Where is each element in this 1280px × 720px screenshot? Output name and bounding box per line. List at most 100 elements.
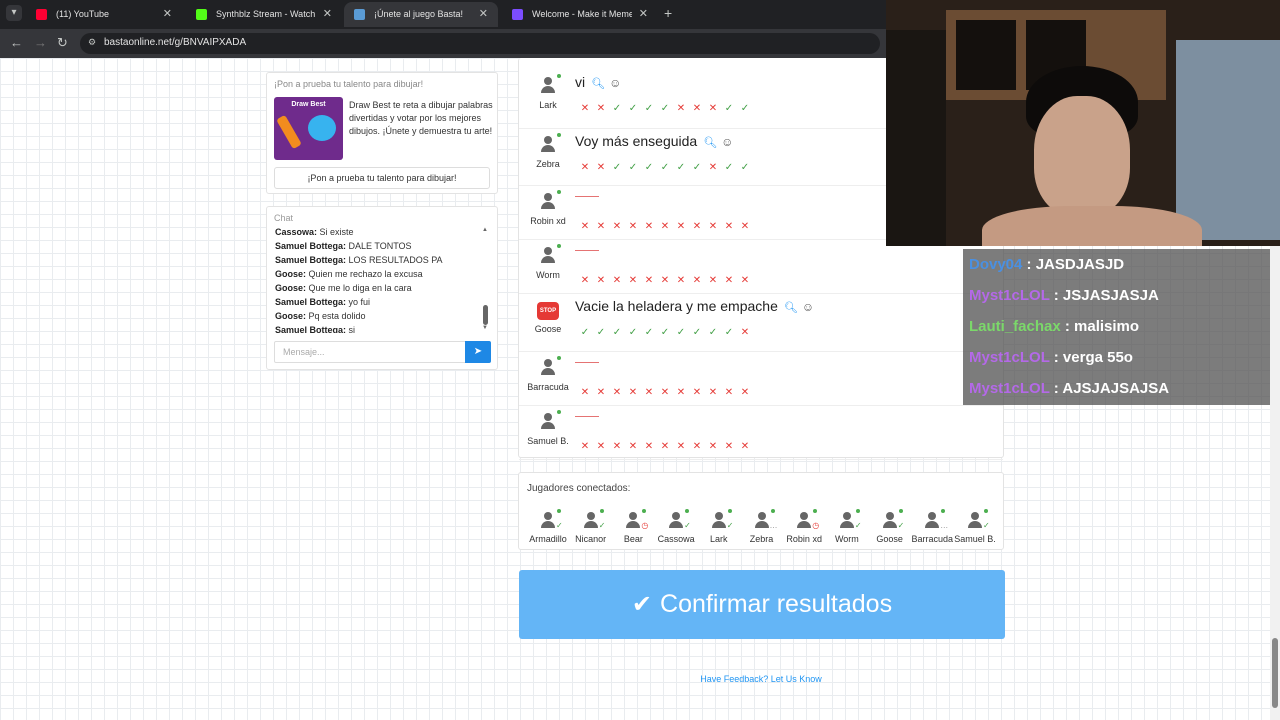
- chat-scrollbar[interactable]: ▲ ▼: [482, 227, 489, 331]
- search-icon[interactable]: 🔍︎: [591, 78, 605, 90]
- cross-icon[interactable]: ✕: [705, 275, 721, 286]
- tab-close-icon[interactable]: ✕: [639, 2, 648, 27]
- cross-icon[interactable]: ✕: [641, 441, 657, 452]
- scrollbar-thumb[interactable]: [483, 305, 488, 325]
- cross-icon[interactable]: ✕: [625, 441, 641, 452]
- cross-icon[interactable]: ✕: [705, 387, 721, 398]
- cross-icon[interactable]: ✕: [721, 275, 737, 286]
- cross-icon[interactable]: ✕: [673, 275, 689, 286]
- cross-icon[interactable]: ✕: [689, 221, 705, 232]
- cross-icon[interactable]: ✕: [609, 387, 625, 398]
- check-icon[interactable]: ✓: [641, 327, 657, 338]
- cross-icon[interactable]: ✕: [641, 275, 657, 286]
- cross-icon[interactable]: ✕: [705, 221, 721, 232]
- browser-tab[interactable]: Synthblz Stream - Watch Live o ✕: [186, 2, 342, 27]
- draw-best-logo[interactable]: Draw Best: [274, 97, 343, 160]
- check-icon[interactable]: ✓: [577, 327, 593, 338]
- check-icon[interactable]: ✓: [657, 327, 673, 338]
- check-icon[interactable]: ✓: [625, 162, 641, 173]
- chat-input[interactable]: Mensaje...: [274, 341, 466, 363]
- address-bar[interactable]: ⚙ bastaonline.net/g/BNVAIPXADA: [80, 33, 880, 54]
- cross-icon[interactable]: ✕: [609, 275, 625, 286]
- cross-icon[interactable]: ✕: [577, 441, 593, 452]
- cross-icon[interactable]: ✕: [593, 441, 609, 452]
- check-icon[interactable]: ✓: [657, 162, 673, 173]
- cross-icon[interactable]: ✕: [625, 221, 641, 232]
- check-icon[interactable]: ✓: [593, 327, 609, 338]
- cross-icon[interactable]: ✕: [721, 441, 737, 452]
- cross-icon[interactable]: ✕: [673, 221, 689, 232]
- scroll-down-icon[interactable]: ▼: [482, 325, 488, 331]
- cross-icon[interactable]: ✕: [673, 103, 689, 114]
- cross-icon[interactable]: ✕: [689, 441, 705, 452]
- check-icon[interactable]: ✓: [673, 162, 689, 173]
- cross-icon[interactable]: ✕: [737, 327, 753, 338]
- check-icon[interactable]: ✓: [673, 327, 689, 338]
- cross-icon[interactable]: ✕: [593, 275, 609, 286]
- page-scrollbar-thumb[interactable]: [1272, 638, 1278, 708]
- tab-close-icon[interactable]: ✕: [163, 2, 172, 27]
- cross-icon[interactable]: ✕: [657, 387, 673, 398]
- check-icon[interactable]: ✓: [609, 162, 625, 173]
- cross-icon[interactable]: ✕: [577, 221, 593, 232]
- site-info-icon[interactable]: ⚙: [88, 37, 98, 48]
- check-icon[interactable]: ✓: [721, 162, 737, 173]
- browser-tab[interactable]: (11) YouTube ✕: [26, 2, 182, 27]
- cross-icon[interactable]: ✕: [609, 441, 625, 452]
- check-icon[interactable]: ✓: [609, 103, 625, 114]
- check-icon[interactable]: ✓: [689, 327, 705, 338]
- check-icon[interactable]: ✓: [705, 327, 721, 338]
- cross-icon[interactable]: ✕: [593, 162, 609, 173]
- tab-close-icon[interactable]: ✕: [323, 2, 332, 27]
- cross-icon[interactable]: ✕: [737, 275, 753, 286]
- check-icon[interactable]: ✓: [641, 162, 657, 173]
- check-icon[interactable]: ✓: [609, 327, 625, 338]
- search-icon[interactable]: 🔍︎: [703, 137, 717, 149]
- tab-close-icon[interactable]: ✕: [479, 2, 488, 27]
- cross-icon[interactable]: ✕: [625, 275, 641, 286]
- cross-icon[interactable]: ✕: [641, 221, 657, 232]
- tab-search-icon[interactable]: ▾: [6, 5, 22, 21]
- cross-icon[interactable]: ✕: [737, 387, 753, 398]
- cross-icon[interactable]: ✕: [641, 387, 657, 398]
- cross-icon[interactable]: ✕: [593, 387, 609, 398]
- cross-icon[interactable]: ✕: [673, 441, 689, 452]
- cross-icon[interactable]: ✕: [657, 221, 673, 232]
- cross-icon[interactable]: ✕: [721, 221, 737, 232]
- check-icon[interactable]: ✓: [737, 103, 753, 114]
- back-icon[interactable]: ←: [10, 35, 23, 50]
- check-icon[interactable]: ✓: [657, 103, 673, 114]
- reload-icon[interactable]: ↻: [57, 35, 68, 51]
- browser-tab[interactable]: Welcome - Make it Meme ✕: [502, 2, 658, 27]
- smiley-icon[interactable]: ☺: [609, 76, 621, 90]
- check-icon[interactable]: ✓: [625, 327, 641, 338]
- cross-icon[interactable]: ✕: [593, 103, 609, 114]
- smiley-icon[interactable]: ☺: [802, 300, 814, 314]
- smiley-icon[interactable]: ☺: [721, 135, 733, 149]
- new-tab-button[interactable]: +: [664, 5, 672, 21]
- check-icon[interactable]: ✓: [737, 162, 753, 173]
- confirm-results-button[interactable]: ✔ Confirmar resultados: [519, 570, 1005, 639]
- cross-icon[interactable]: ✕: [737, 441, 753, 452]
- cross-icon[interactable]: ✕: [673, 387, 689, 398]
- search-icon[interactable]: 🔍︎: [784, 302, 798, 314]
- check-icon[interactable]: ✓: [689, 162, 705, 173]
- cross-icon[interactable]: ✕: [609, 221, 625, 232]
- cross-icon[interactable]: ✕: [593, 221, 609, 232]
- scroll-up-icon[interactable]: ▲: [482, 227, 488, 233]
- cross-icon[interactable]: ✕: [721, 387, 737, 398]
- browser-tab[interactable]: ¡Únete al juego Basta! ✕: [344, 2, 498, 27]
- cross-icon[interactable]: ✕: [705, 103, 721, 114]
- cross-icon[interactable]: ✕: [577, 275, 593, 286]
- cross-icon[interactable]: ✕: [657, 441, 673, 452]
- cross-icon[interactable]: ✕: [577, 103, 593, 114]
- cross-icon[interactable]: ✕: [689, 275, 705, 286]
- cross-icon[interactable]: ✕: [689, 387, 705, 398]
- check-icon[interactable]: ✓: [721, 327, 737, 338]
- feedback-link[interactable]: Have Feedback? Let Us Know: [518, 674, 1004, 684]
- send-button[interactable]: ➤: [465, 341, 491, 363]
- check-icon[interactable]: ✓: [641, 103, 657, 114]
- check-icon[interactable]: ✓: [721, 103, 737, 114]
- cross-icon[interactable]: ✕: [705, 162, 721, 173]
- cross-icon[interactable]: ✕: [737, 221, 753, 232]
